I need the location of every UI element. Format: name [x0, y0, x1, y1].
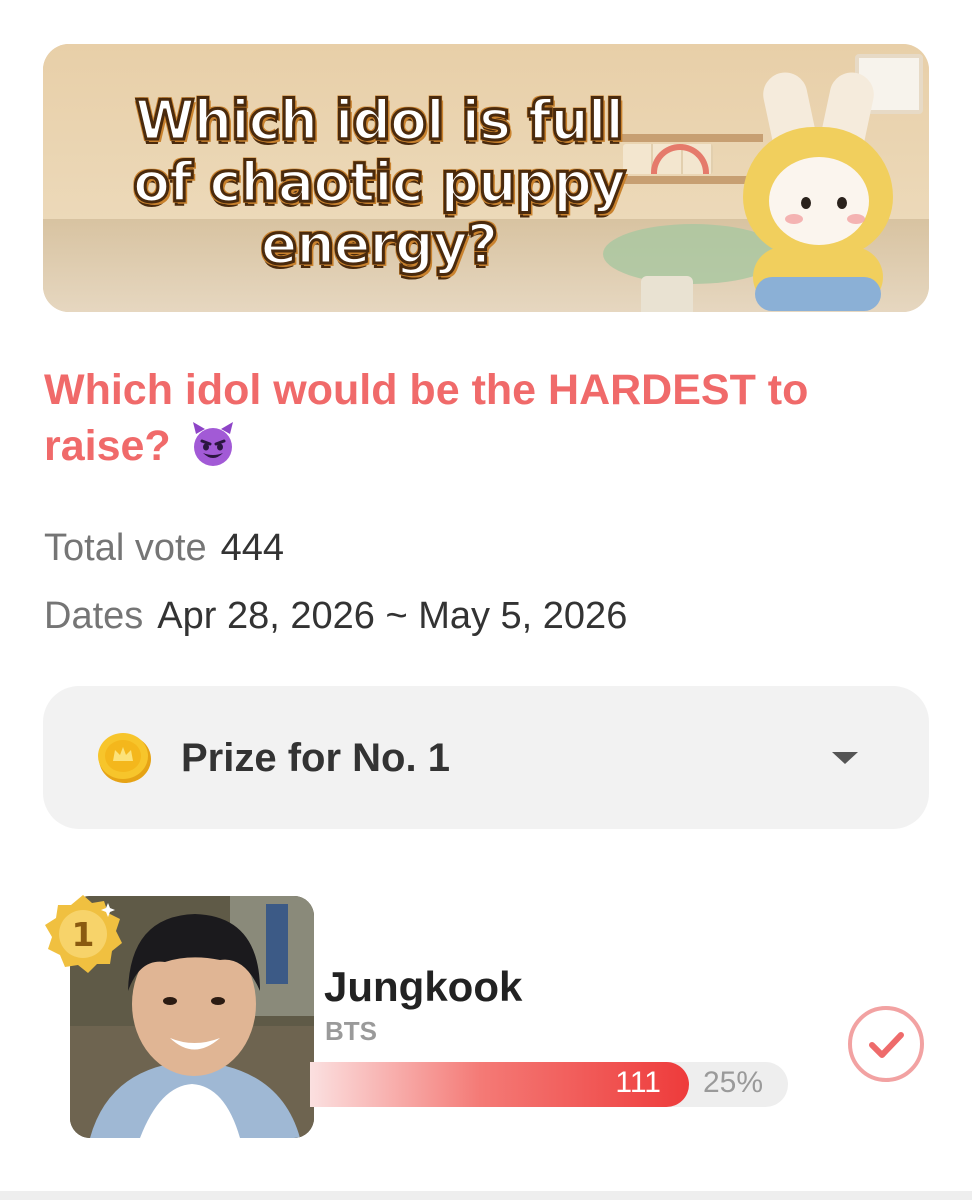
candidate-group: BTS	[325, 1016, 377, 1046]
chevron-down-icon[interactable]	[831, 751, 859, 765]
prize-label: Prize for No. 1	[181, 736, 450, 780]
smiling-devil-emoji-icon	[192, 422, 233, 466]
rank-number: 1	[72, 915, 95, 954]
vote-bar-fill: 111	[310, 1062, 689, 1107]
banner-title: Which idol is full of chaotic puppy ener…	[131, 88, 627, 277]
total-vote-label: Total vote	[44, 527, 207, 569]
vote-check-button[interactable]	[846, 1004, 926, 1084]
candidate-name: Jungkook	[324, 963, 523, 1010]
prize-dropdown[interactable]: Prize for No. 1	[43, 686, 929, 829]
rank-1-badge-icon: 1	[45, 895, 122, 973]
poll-question: Which idol would be the HARDEST to raise…	[44, 362, 924, 474]
dates-row: Dates Apr 28, 2026 ~ May 5, 2026	[44, 595, 627, 638]
poll-banner: Which idol is full of chaotic puppy ener…	[43, 44, 929, 312]
total-vote-value: 444	[220, 527, 285, 569]
section-divider	[0, 1191, 972, 1200]
banner-crayon-cup	[641, 276, 693, 312]
bunny-mascot-illustration	[733, 68, 903, 312]
dates-value: Apr 28, 2026 ~ May 5, 2026	[157, 595, 628, 637]
total-vote-row: Total vote 444	[44, 527, 284, 570]
poll-question-text: Which idol would be the HARDEST to raise…	[44, 366, 809, 470]
vote-count: 111	[615, 1066, 661, 1099]
gold-coin-icon	[98, 733, 151, 783]
dates-label: Dates	[44, 595, 144, 637]
vote-percent: 25%	[703, 1066, 764, 1099]
